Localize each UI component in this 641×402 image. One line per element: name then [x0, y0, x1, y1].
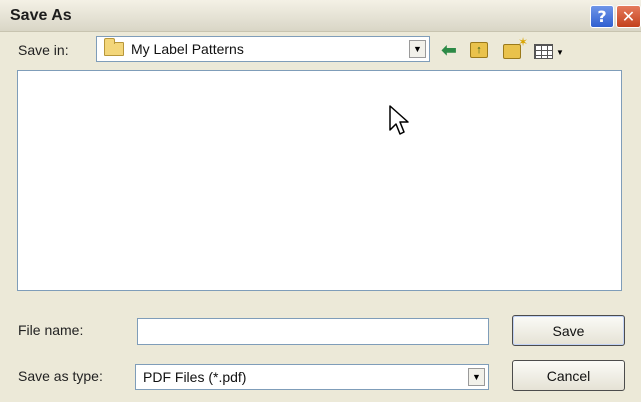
back-arrow-icon[interactable]: ⬅ — [440, 40, 458, 60]
file-name-field[interactable] — [137, 318, 489, 345]
mouse-cursor-icon — [389, 105, 409, 135]
help-button[interactable]: ? — [590, 5, 614, 28]
save-in-label: Save in: — [18, 42, 69, 58]
file-name-label: File name: — [18, 322, 84, 338]
save-as-type-dropdown[interactable]: PDF Files (*.pdf) ▼ — [135, 364, 489, 390]
new-folder-icon[interactable] — [503, 35, 528, 59]
close-icon: ✕ — [621, 7, 636, 26]
dialog-title: Save As — [10, 7, 72, 24]
save-button[interactable]: Save — [512, 315, 625, 346]
save-as-type-label: Save as type: — [18, 368, 103, 384]
file-list-pane[interactable] — [17, 70, 622, 291]
title-bar[interactable]: Save As ? ✕ — [0, 0, 641, 32]
folder-icon — [104, 38, 124, 56]
views-menu-icon[interactable] — [534, 44, 553, 59]
close-button[interactable]: ✕ — [616, 5, 641, 28]
chevron-down-icon[interactable]: ▼ — [468, 368, 485, 386]
save-in-dropdown[interactable]: My Label Patterns ▼ — [96, 36, 430, 62]
save-as-dialog: Save As ? ✕ Save in: My Label Patterns ▼… — [0, 0, 641, 402]
save-as-type-value: PDF Files (*.pdf) — [143, 369, 247, 385]
views-dropdown-caret-icon[interactable]: ▼ — [556, 42, 564, 62]
save-in-value: My Label Patterns — [131, 41, 244, 57]
up-folder-icon[interactable]: ↑ — [470, 42, 488, 58]
cancel-button[interactable]: Cancel — [512, 360, 625, 391]
chevron-down-icon[interactable]: ▼ — [409, 40, 426, 58]
help-icon: ? — [597, 7, 607, 26]
